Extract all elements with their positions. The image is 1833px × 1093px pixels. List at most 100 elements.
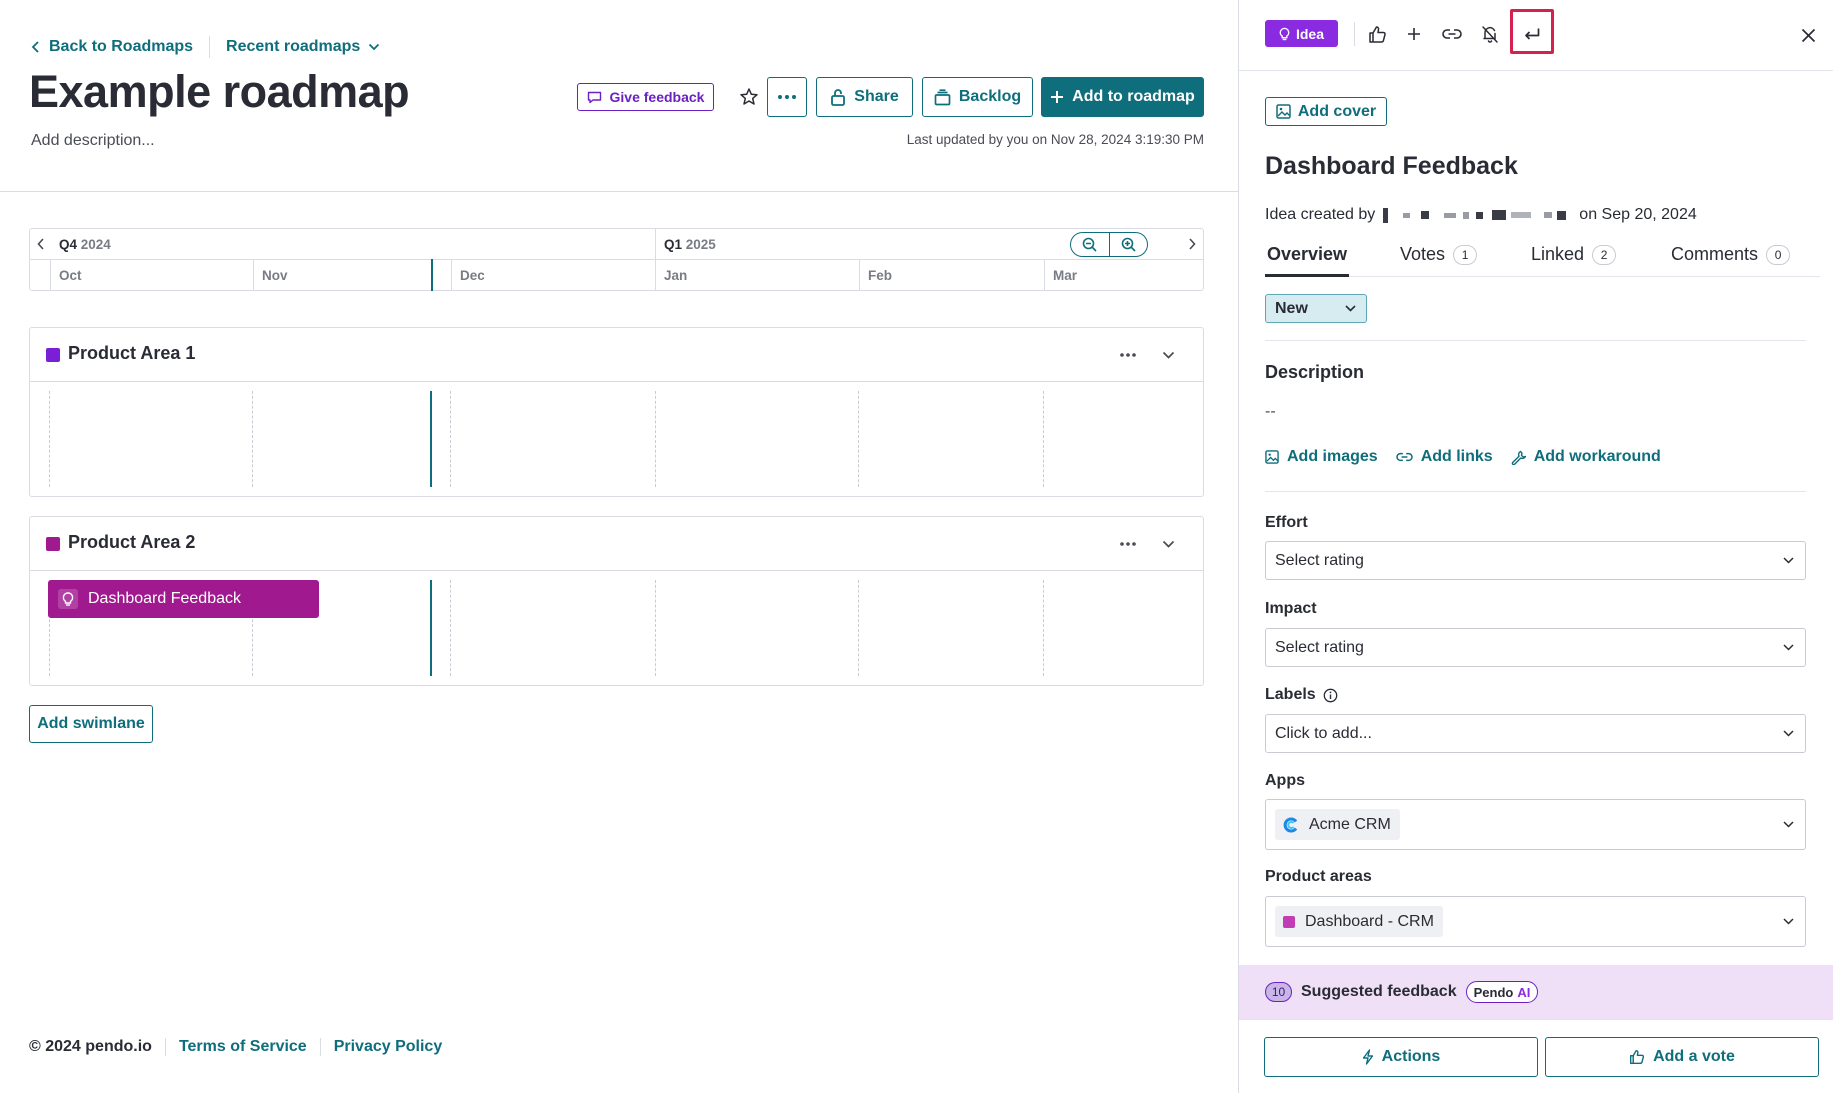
idea-type-badge: Idea — [1265, 20, 1338, 47]
add-button[interactable] — [1400, 20, 1428, 48]
product-areas-select[interactable]: Dashboard - CRM — [1265, 896, 1806, 947]
share-button[interactable]: Share — [816, 77, 913, 117]
lightbulb-icon — [58, 589, 78, 609]
labels-select[interactable]: Click to add... — [1265, 714, 1806, 753]
add-a-vote-button[interactable]: Add a vote — [1545, 1037, 1819, 1077]
grid-line — [450, 391, 451, 487]
wrench-icon — [1511, 450, 1526, 465]
chevron-down-icon — [1783, 730, 1794, 737]
share-label: Share — [854, 88, 899, 105]
vote-button[interactable] — [1363, 20, 1391, 48]
month-divider — [50, 260, 51, 291]
tab-count: 2 — [1592, 245, 1617, 265]
tab-votes[interactable]: Votes 1 — [1400, 244, 1478, 277]
month-label: Oct — [59, 268, 82, 283]
lightning-icon — [1362, 1049, 1374, 1065]
info-icon[interactable] — [1323, 688, 1338, 703]
month-label: Jan — [664, 268, 688, 283]
recent-roadmaps-dropdown[interactable]: Recent roadmaps — [226, 38, 380, 56]
month-label: Nov — [262, 268, 288, 283]
created-by-line: Idea created by on Sep 20, 2024 — [1265, 206, 1697, 224]
give-feedback-button[interactable]: Give feedback — [577, 83, 714, 111]
status-dropdown[interactable]: New — [1265, 294, 1367, 323]
swimlane-more-button[interactable] — [1117, 534, 1139, 554]
chevron-down-icon — [1783, 821, 1794, 828]
zoom-out-button[interactable] — [1071, 233, 1109, 256]
swimlane: Product Area 1 — [29, 327, 1204, 497]
section-divider — [1265, 340, 1806, 341]
more-options-button[interactable] — [767, 77, 807, 117]
backlog-button[interactable]: Backlog — [922, 77, 1033, 117]
copyright-text: © 2024 pendo.io — [29, 1038, 152, 1055]
quarter-year: 2025 — [685, 237, 716, 252]
apps-label-text: Apps — [1265, 772, 1305, 789]
grid-line — [655, 580, 656, 676]
mute-notifications-button[interactable] — [1476, 20, 1504, 48]
swimlane-header: Product Area 2 — [30, 517, 1203, 571]
impact-value: Select rating — [1275, 638, 1364, 656]
plus-icon — [1050, 90, 1064, 104]
drawer-footer: Actions Add a vote — [1239, 1019, 1833, 1093]
add-links-button[interactable]: Add links — [1396, 448, 1493, 466]
roadmap-item[interactable]: Dashboard Feedback — [48, 580, 319, 618]
chevron-left-icon — [31, 41, 41, 53]
impact-select[interactable]: Select rating — [1265, 628, 1806, 667]
roadmap-item-title: Dashboard Feedback — [88, 590, 241, 607]
suggested-feedback-bar[interactable]: 10 Suggested feedback Pendo AI — [1239, 965, 1833, 1019]
close-drawer-button[interactable] — [1795, 22, 1821, 48]
grid-line — [252, 391, 253, 487]
copy-link-button[interactable] — [1438, 20, 1466, 48]
tab-label: Linked — [1531, 244, 1585, 264]
return-arrow-icon — [1523, 27, 1541, 42]
add-to-roadmap-button[interactable]: Add to roadmap — [1041, 77, 1204, 117]
swimlane-more-button[interactable] — [1117, 345, 1139, 365]
back-to-roadmaps-link[interactable]: Back to Roadmaps — [31, 38, 193, 56]
star-icon — [739, 87, 759, 107]
month-divider — [1044, 260, 1045, 291]
swimlane-collapse-button[interactable] — [1157, 534, 1179, 554]
more-horizontal-icon — [1120, 542, 1136, 546]
plus-icon — [1407, 27, 1421, 41]
timeline-month-row: Oct Nov Dec Jan Feb Mar — [30, 259, 1203, 291]
roadmap-header: Back to Roadmaps Recent roadmaps Example… — [0, 0, 1238, 192]
favorite-star-button[interactable] — [736, 84, 762, 110]
redacted-author — [1383, 207, 1571, 223]
chevron-down-icon — [1162, 540, 1175, 548]
zoom-in-button[interactable] — [1108, 233, 1148, 256]
tab-overview[interactable]: Overview — [1265, 244, 1350, 277]
add-description-field[interactable]: Add description... — [31, 132, 155, 150]
add-swimlane-button[interactable]: Add swimlane — [29, 705, 153, 743]
actions-button[interactable]: Actions — [1264, 1037, 1538, 1077]
idea-detail-drawer: Idea Add cover Dashboard Feedback Idea c… — [1238, 0, 1833, 1093]
page-footer: © 2024 pendo.io Terms of Service Privacy… — [29, 1038, 442, 1056]
impact-label-text: Impact — [1265, 600, 1317, 617]
apps-select[interactable]: Acme CRM — [1265, 799, 1806, 850]
swimlane-title: Product Area 2 — [68, 532, 196, 552]
terms-of-service-link[interactable]: Terms of Service — [179, 1038, 307, 1056]
privacy-policy-link[interactable]: Privacy Policy — [334, 1038, 443, 1056]
add-images-button[interactable]: Add images — [1265, 448, 1378, 466]
month-divider — [253, 260, 254, 291]
effort-select[interactable]: Select rating — [1265, 541, 1806, 580]
backlog-label: Backlog — [958, 88, 1022, 105]
timeline-next-button[interactable] — [1184, 236, 1200, 252]
drawer-tabs: Overview Votes 1 Linked 2 Comments 0 — [1265, 244, 1820, 277]
more-horizontal-icon — [778, 95, 796, 99]
add-cover-button[interactable]: Add cover — [1265, 97, 1387, 126]
grid-line — [858, 391, 859, 487]
impact-label: Impact — [1265, 600, 1317, 618]
tab-comments[interactable]: Comments 0 — [1671, 244, 1791, 277]
return-button[interactable] — [1518, 20, 1546, 48]
pendo-ai-badge-text: Pendo — [1473, 984, 1514, 1000]
timeline-prev-button[interactable] — [33, 236, 49, 252]
tab-linked[interactable]: Linked 2 — [1531, 244, 1617, 277]
lightbulb-icon — [1279, 27, 1290, 41]
zoom-out-icon — [1082, 237, 1097, 252]
thumbs-up-icon — [1629, 1049, 1645, 1065]
timeline-header: Q4 2024 Q1 2025 Oct Nov Dec Jan Feb Mar — [29, 228, 1204, 291]
swimlane-collapse-button[interactable] — [1157, 345, 1179, 365]
add-workaround-button[interactable]: Add workaround — [1511, 448, 1661, 466]
chevron-left-icon — [37, 238, 45, 250]
product-areas-label: Product areas — [1265, 868, 1372, 886]
swimlane-color-swatch — [46, 537, 60, 551]
